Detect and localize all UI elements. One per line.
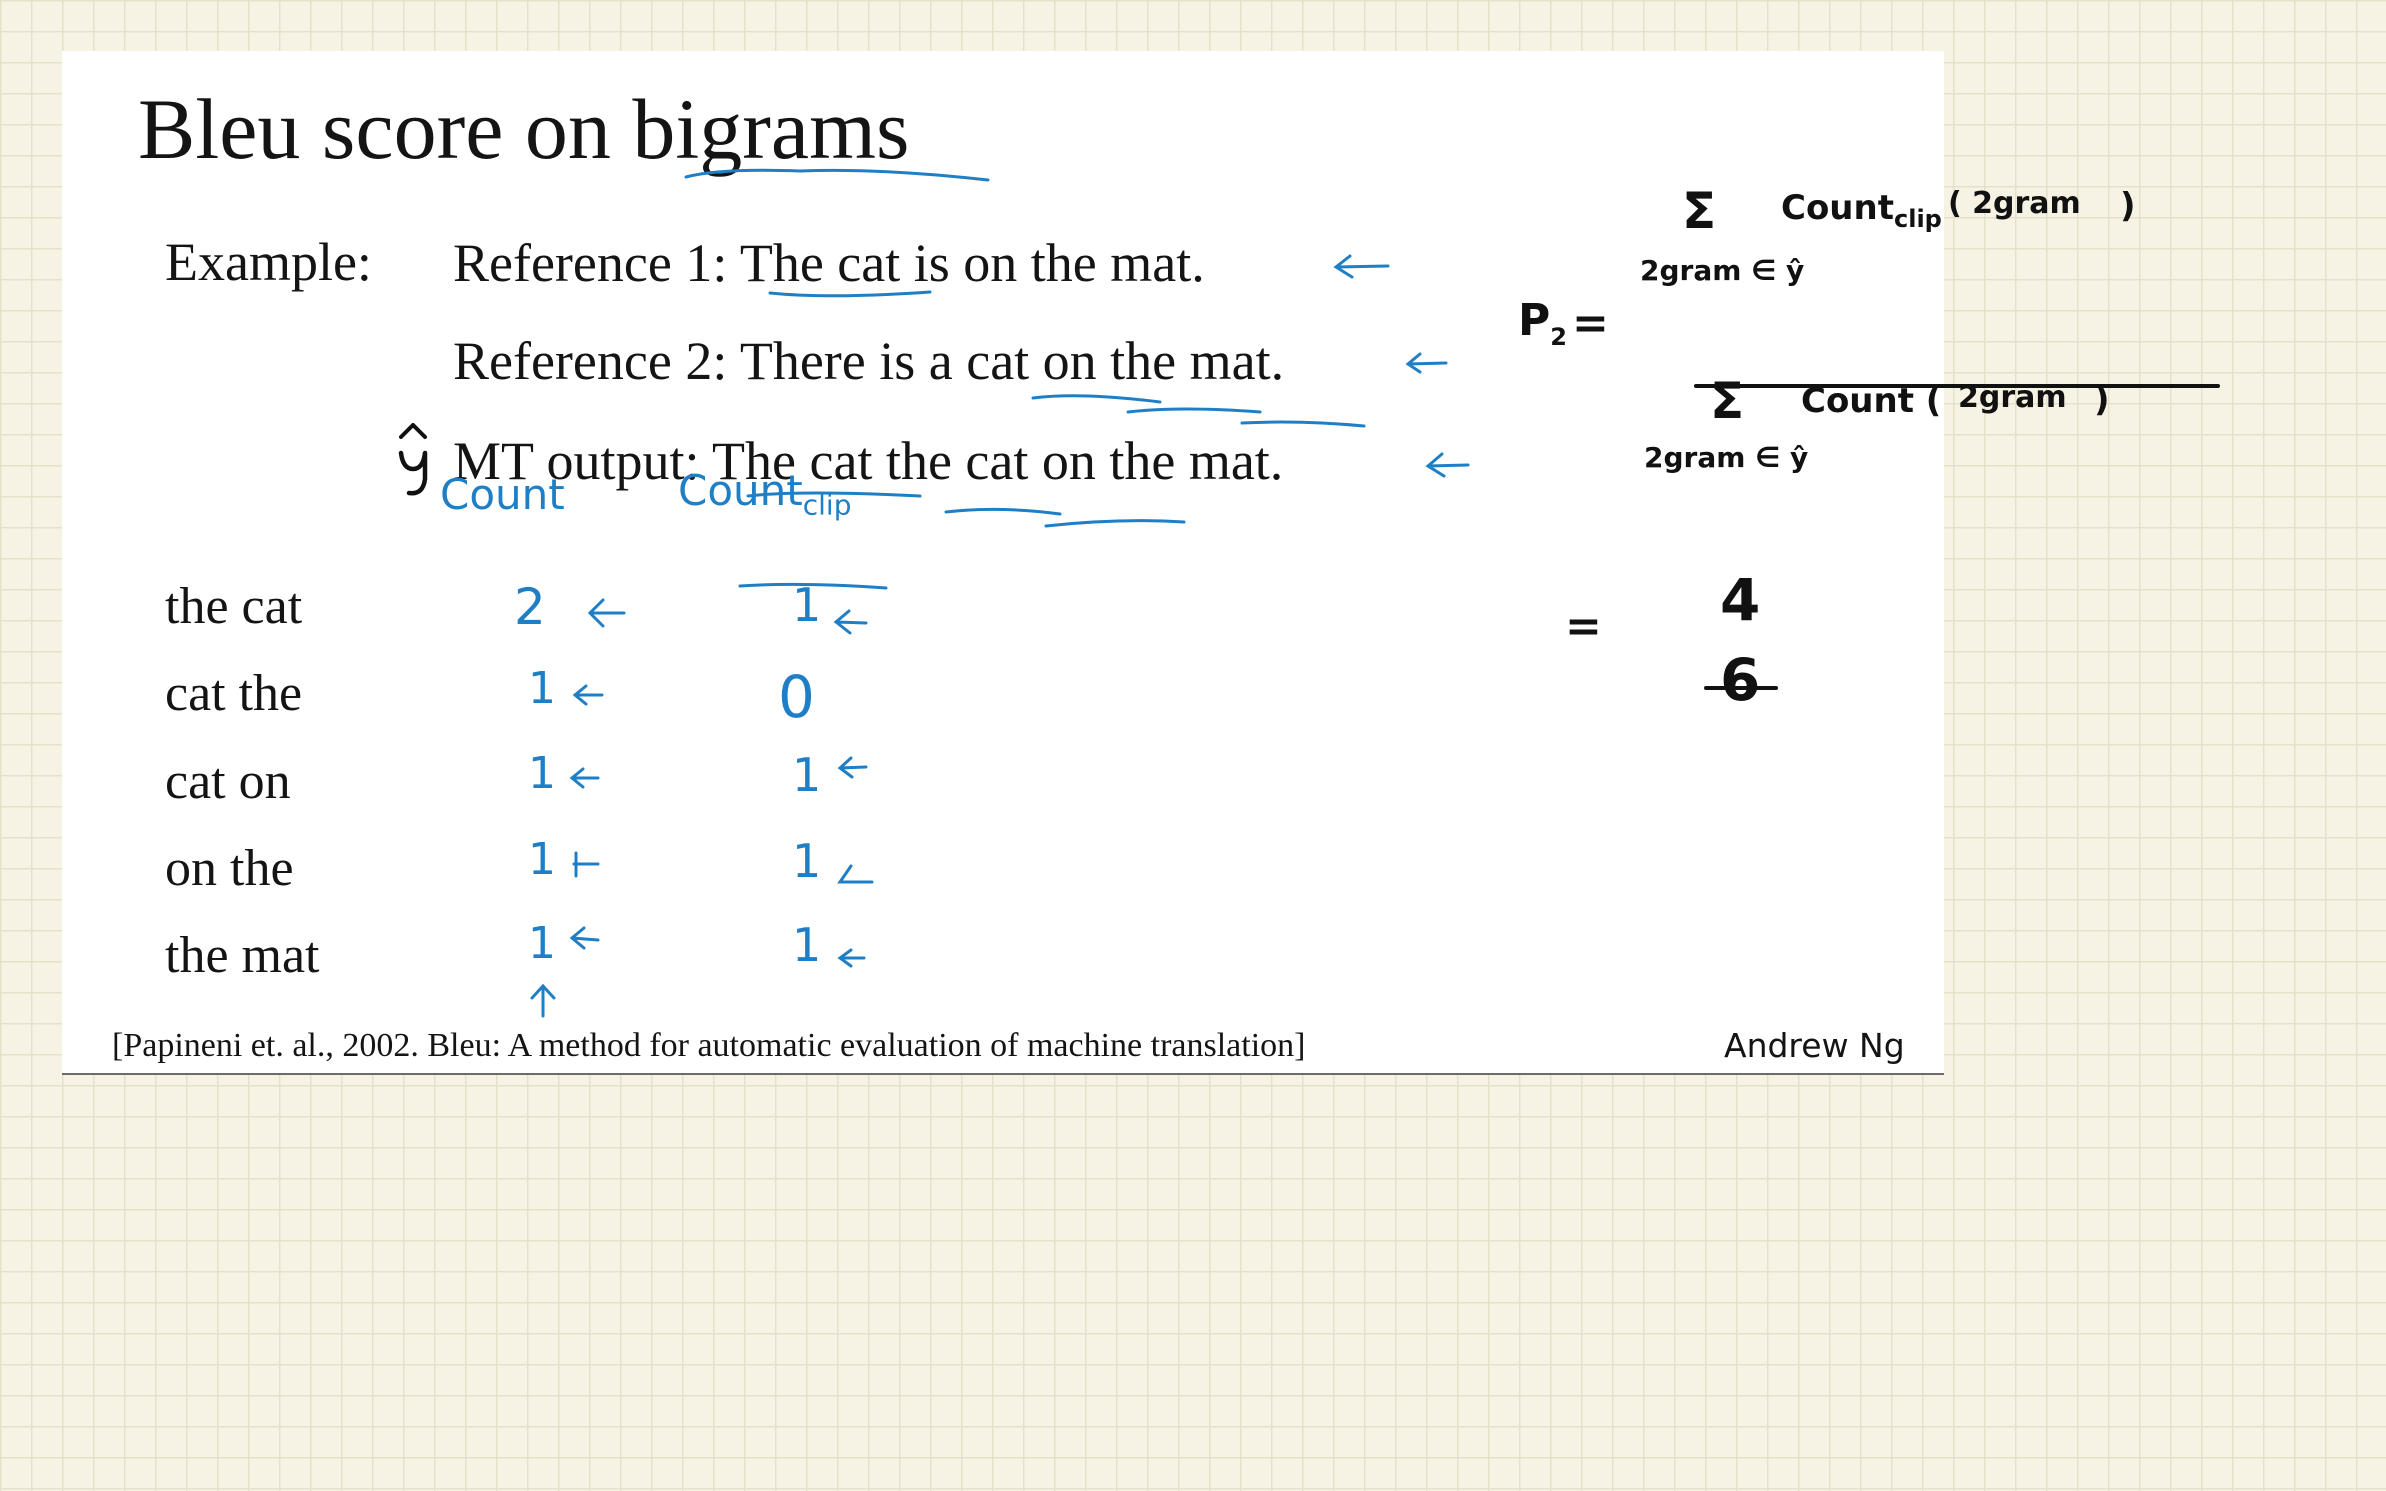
ref2-underline-a bbox=[1031, 394, 1162, 404]
ink-strokes bbox=[530, 168, 2220, 1018]
ref2-arrow-icon bbox=[1405, 352, 1448, 374]
count-arrow-icon-0 bbox=[587, 598, 626, 628]
clip-arrow-icon-2 bbox=[837, 864, 874, 884]
ref1-arrow-icon bbox=[1333, 254, 1390, 279]
mt-underline-b bbox=[944, 507, 1062, 516]
mt-arrow-icon bbox=[1425, 452, 1470, 478]
clip-arrow-icon-3 bbox=[837, 948, 866, 968]
count-arrow-icon-3 bbox=[572, 851, 600, 878]
mt-underline-c bbox=[1044, 519, 1186, 528]
count-arrow-icon-1 bbox=[572, 684, 604, 706]
count-header-underline bbox=[738, 582, 888, 590]
ref2-underline-c bbox=[1240, 420, 1366, 428]
mt-underline-a bbox=[746, 491, 922, 498]
count-up-arrow-icon bbox=[530, 983, 556, 1018]
count-arrow-icon-4 bbox=[569, 926, 600, 950]
clip-arrow-icon-1 bbox=[837, 756, 868, 779]
clip-arrow-icon-0 bbox=[833, 609, 868, 635]
count-arrow-icon-2 bbox=[569, 767, 600, 789]
title-underline bbox=[684, 168, 990, 182]
ref1-underline bbox=[768, 290, 932, 298]
ref2-underline-b bbox=[1126, 407, 1262, 414]
